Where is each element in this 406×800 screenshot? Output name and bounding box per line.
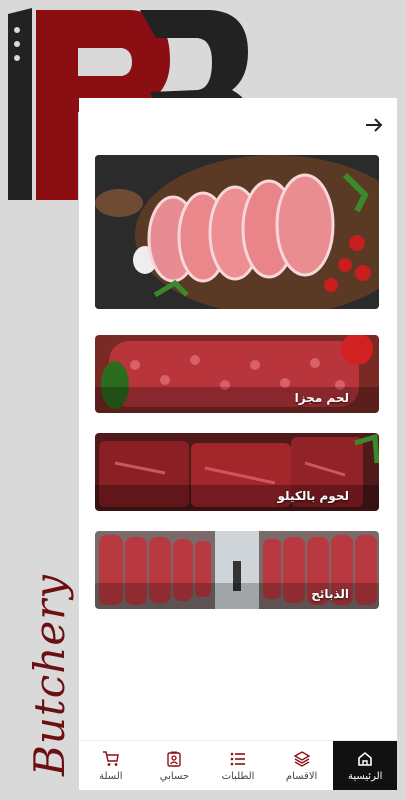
category-label: الذبائح: [311, 587, 349, 601]
nav-label: الطلبات: [221, 770, 255, 782]
nav-item-home[interactable]: الرئيسية: [333, 741, 397, 790]
nav-label: الاقسام: [285, 770, 318, 782]
bottom-nav: الرئيسية الاقسام الطلبات حسابي السلة: [79, 740, 397, 790]
nav-label: الرئيسية: [347, 770, 383, 782]
category-card[interactable]: الذبائح: [95, 531, 379, 609]
layers-icon: [293, 750, 311, 767]
category-label: لحم مجزا: [294, 391, 349, 405]
nav-item-orders[interactable]: الطلبات: [206, 741, 270, 790]
profile-icon: [167, 751, 182, 767]
hero-banner[interactable]: [95, 155, 379, 309]
category-label: لحوم بالكيلو: [277, 489, 349, 503]
category-card[interactable]: لحوم بالكيلو: [95, 433, 379, 511]
list-icon: [230, 752, 246, 765]
nav-item-categories[interactable]: الاقسام: [270, 741, 334, 790]
arrow-right-icon[interactable]: [363, 114, 385, 136]
nav-label: السلة: [99, 770, 123, 782]
nav-label: حسابي: [159, 770, 190, 782]
category-card[interactable]: لحم مجزا: [95, 335, 379, 413]
home-icon: [358, 751, 373, 766]
nav-item-cart[interactable]: السلة: [79, 741, 143, 790]
nav-item-account[interactable]: حسابي: [143, 741, 207, 790]
cart-icon: [102, 750, 119, 766]
brand-script-word: Butchery: [25, 573, 74, 777]
main-panel: لحم مجزا لحوم بالكيلو الذبائح: [79, 98, 397, 790]
